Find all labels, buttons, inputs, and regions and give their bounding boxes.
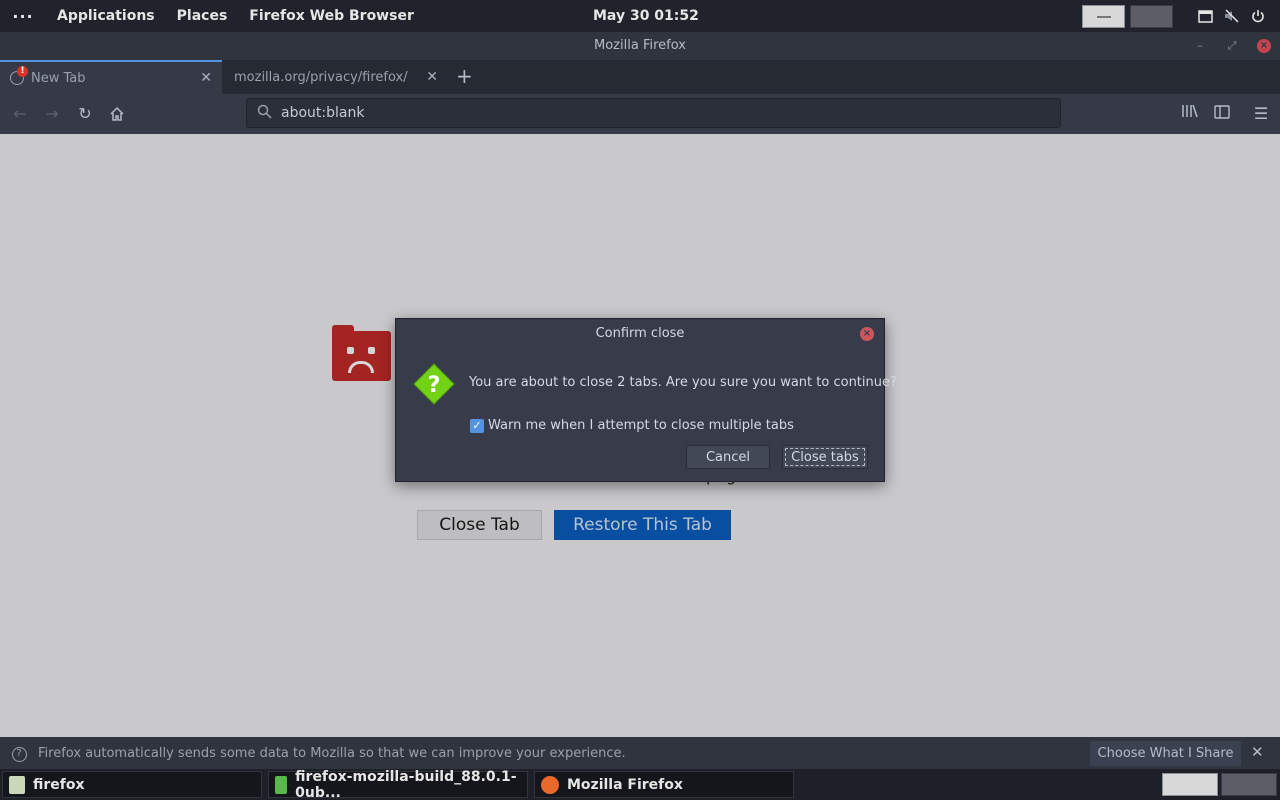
volume-muted-icon[interactable] (1223, 7, 1241, 25)
firefox-icon (541, 775, 559, 794)
choose-what-i-share-button[interactable]: Choose What I Share (1090, 741, 1241, 766)
places-menu[interactable]: Places (166, 8, 239, 24)
taskbar-item-label: firefox-mozilla-build_88.0.1-0ub... (295, 768, 517, 800)
home-button[interactable] (106, 103, 128, 125)
url-input[interactable] (281, 105, 981, 121)
dialog-message: You are about to close 2 tabs. Are you s… (469, 375, 897, 390)
warn-checkbox-label: Warn me when I attempt to close multiple… (488, 418, 794, 433)
back-button[interactable]: ← (9, 103, 31, 125)
warn-checkbox-row[interactable]: ✓ Warn me when I attempt to close multip… (470, 418, 794, 433)
window-close-button[interactable]: × (1257, 39, 1271, 53)
maximize-button[interactable]: ⤢ (1225, 39, 1239, 53)
window-title: Mozilla Firefox (594, 38, 686, 53)
taskbar-workspace-1[interactable] (1162, 773, 1218, 796)
close-tabs-button[interactable]: Close tabs (782, 445, 868, 469)
library-icon[interactable] (1179, 103, 1201, 125)
app-menu[interactable]: Firefox Web Browser (238, 8, 425, 24)
workspace-1[interactable] (1082, 5, 1125, 28)
notification-text: Firefox automatically sends some data to… (38, 745, 626, 761)
navigation-bar: ← → ↻ ☰ (0, 94, 1280, 134)
sidebar-toggle-icon[interactable] (1211, 103, 1233, 125)
warning-badge-icon: ! (17, 66, 28, 77)
new-tab-button[interactable]: + (456, 64, 473, 88)
workspace-2[interactable] (1130, 5, 1173, 28)
bottom-taskbar: firefox firefox-mozilla-build_88.0.1-0ub… (0, 769, 1280, 800)
taskbar-item-label: Mozilla Firefox (567, 776, 683, 793)
search-icon (247, 104, 281, 123)
tab-close-icon[interactable]: ✕ (200, 70, 212, 86)
warn-checkbox[interactable]: ✓ (470, 418, 484, 433)
svg-text:?: ? (428, 373, 441, 398)
tab-label: New Tab (31, 70, 86, 86)
tab-label: mozilla.org/privacy/firefox/ (234, 69, 408, 85)
taskbar-item-terminal[interactable]: firefox (2, 771, 262, 798)
tab-new-tab[interactable]: ! New Tab ✕ (0, 60, 222, 94)
info-icon: ? (0, 745, 38, 762)
dialog-close-button[interactable]: × (860, 327, 874, 341)
taskbar-item-archive[interactable]: firefox-mozilla-build_88.0.1-0ub... (268, 768, 528, 800)
notification-close-icon[interactable]: ✕ (1251, 743, 1264, 761)
power-icon[interactable] (1249, 7, 1267, 25)
data-notification-bar: ? Firefox automatically sends some data … (0, 737, 1280, 769)
window-titlebar[interactable]: Mozilla Firefox – ⤢ × (0, 32, 1280, 60)
forward-button[interactable]: → (41, 103, 63, 125)
hamburger-menu-icon[interactable]: ☰ (1250, 103, 1272, 125)
taskbar-workspace-2[interactable] (1221, 773, 1277, 796)
confirm-close-dialog: Confirm close × ? You are about to close… (395, 318, 897, 482)
dialog-title: Confirm close (595, 326, 685, 341)
archive-icon (275, 775, 288, 794)
applications-menu[interactable]: Applications (46, 8, 166, 24)
network-icon[interactable] (1196, 7, 1214, 25)
taskbar-item-firefox[interactable]: Mozilla Firefox (534, 771, 794, 798)
minimize-button[interactable]: – (1193, 39, 1207, 53)
question-icon: ? (413, 363, 455, 405)
cancel-button[interactable]: Cancel (686, 445, 770, 469)
clock[interactable]: May 30 01:52 (593, 8, 699, 24)
activities-button[interactable]: ··· (0, 7, 46, 26)
taskbar-item-label: firefox (33, 776, 85, 793)
tab-privacy[interactable]: mozilla.org/privacy/firefox/ ✕ (222, 60, 448, 94)
reload-button[interactable]: ↻ (74, 103, 96, 125)
terminal-icon (9, 775, 25, 794)
url-bar[interactable] (246, 98, 1061, 128)
top-panel: ··· Applications Places Firefox Web Brow… (0, 0, 1280, 32)
tab-strip: ! New Tab ✕ mozilla.org/privacy/firefox/… (0, 60, 1280, 94)
tab-close-icon[interactable]: ✕ (426, 69, 438, 85)
